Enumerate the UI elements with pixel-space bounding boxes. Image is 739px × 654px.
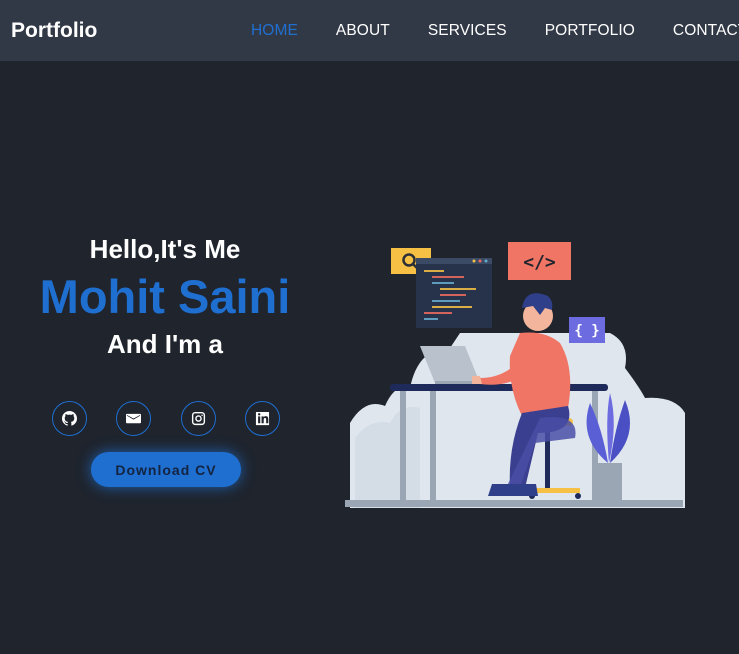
social-links xyxy=(52,401,280,436)
instagram-link[interactable] xyxy=(180,401,216,436)
download-cv-button[interactable]: Download CV xyxy=(91,452,241,487)
developer-illustration: </> { } xyxy=(345,242,685,508)
github-link[interactable] xyxy=(52,401,87,436)
nav-contact[interactable]: CONTACT xyxy=(673,22,739,40)
nav-links: HOME ABOUT SERVICES PORTFOLIO CONTACT xyxy=(251,0,739,61)
linkedin-icon xyxy=(255,411,270,426)
braces-tag-label: { } xyxy=(574,323,599,339)
nav-portfolio[interactable]: PORTFOLIO xyxy=(545,22,635,40)
email-icon xyxy=(126,413,142,424)
hero-text: Hello,It's Me Mohit Saini And I'm a xyxy=(20,234,310,360)
email-link[interactable] xyxy=(116,401,152,436)
hero-name: Mohit Saini xyxy=(39,270,291,323)
navbar: Portfolio HOME ABOUT SERVICES PORTFOLIO … xyxy=(0,0,739,61)
brand-logo[interactable]: Portfolio xyxy=(11,19,97,43)
hero-greeting: Hello,It's Me xyxy=(89,234,241,264)
nav-home[interactable]: HOME xyxy=(251,22,298,40)
instagram-icon xyxy=(191,411,205,426)
nav-about[interactable]: ABOUT xyxy=(336,22,390,40)
code-tag-label: </> xyxy=(523,252,556,273)
hero-role: And I'm a xyxy=(107,329,223,359)
github-icon xyxy=(62,411,77,426)
linkedin-link[interactable] xyxy=(244,401,280,436)
nav-services[interactable]: SERVICES xyxy=(428,22,507,40)
